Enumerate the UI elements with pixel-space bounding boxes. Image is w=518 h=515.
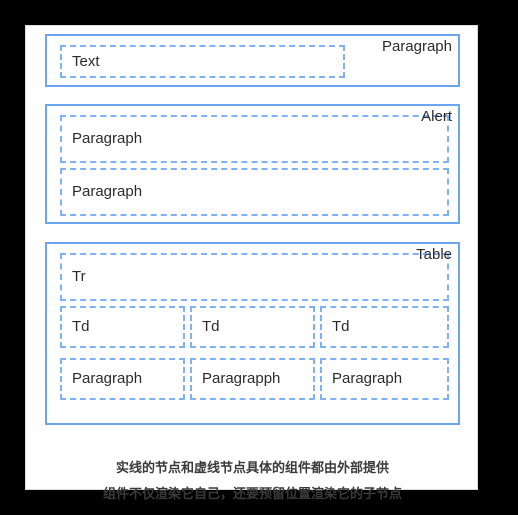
slot-label-table-paragraph-2: Paragrapph: [202, 370, 281, 387]
diagram-canvas: Paragraph Text Alert Paragraph Paragraph…: [0, 0, 518, 515]
slot-label-alert-paragraph-1: Paragraph: [72, 130, 143, 147]
diagram-card: Paragraph Text Alert Paragraph Paragraph…: [25, 25, 478, 501]
slot-label-td-2: Td: [202, 318, 220, 335]
slot-label-text: Text: [72, 52, 100, 70]
slot-label-table-paragraph-3: Paragraph: [332, 370, 403, 387]
slot-box-table-paragraph-3[interactable]: Paragraph: [320, 358, 449, 400]
slot-box-table-paragraph-1[interactable]: Paragraph: [60, 358, 185, 400]
component-box-paragraph[interactable]: Paragraph Text: [45, 34, 460, 87]
component-label-alert: Alert: [421, 108, 452, 125]
component-label-paragraph: Paragraph: [381, 38, 452, 55]
slot-box-alert-paragraph-2[interactable]: Paragraph: [60, 168, 449, 216]
slot-box-td-3[interactable]: Td: [320, 306, 449, 348]
slot-box-alert-paragraph-1[interactable]: Paragraph: [60, 115, 449, 163]
component-box-table[interactable]: Table Tr Td Td Td Paragraph Paragrapph P…: [45, 242, 460, 425]
slot-box-text[interactable]: Text: [60, 45, 345, 78]
caption-line-2: 组件不仅渲染它自己，还要预留位置渲染它的子节点: [102, 486, 402, 501]
caption-line-1: 实线的节点和虚线节点具体的组件都由外部提供: [115, 460, 389, 475]
component-label-table: Table: [416, 246, 452, 263]
slot-label-td-3: Td: [332, 318, 350, 335]
slot-label-td-1: Td: [72, 318, 90, 335]
slot-box-tr[interactable]: Tr: [60, 253, 449, 301]
slot-label-tr: Tr: [72, 268, 86, 285]
component-box-alert[interactable]: Alert Paragraph Paragraph: [45, 104, 460, 224]
slot-box-td-1[interactable]: Td: [60, 306, 185, 348]
slot-box-td-2[interactable]: Td: [190, 306, 315, 348]
slot-box-table-paragraph-2[interactable]: Paragrapph: [190, 358, 315, 400]
slot-label-alert-paragraph-2: Paragraph: [72, 183, 143, 200]
slot-label-table-paragraph-1: Paragraph: [72, 370, 143, 387]
